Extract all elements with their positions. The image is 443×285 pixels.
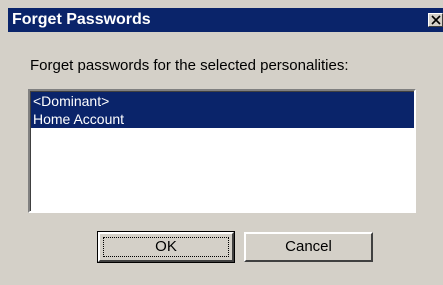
cancel-button[interactable]: Cancel [244,232,373,262]
window-title: Forget Passwords [12,11,151,28]
forget-passwords-dialog: Forget Passwords Forget passwords for th… [0,0,443,285]
close-button[interactable] [428,13,443,27]
ok-button-label: OK [155,238,177,255]
cancel-button-label: Cancel [285,238,332,255]
personalities-listbox[interactable]: <Dominant> Home Account [28,89,416,213]
ok-button[interactable]: OK [97,231,235,263]
prompt-label: Forget passwords for the selected person… [30,57,349,74]
close-icon [431,15,441,25]
list-item-dominant[interactable]: <Dominant> [31,92,414,110]
title-bar[interactable]: Forget Passwords [8,8,443,32]
list-item-home-account[interactable]: Home Account [31,110,414,128]
